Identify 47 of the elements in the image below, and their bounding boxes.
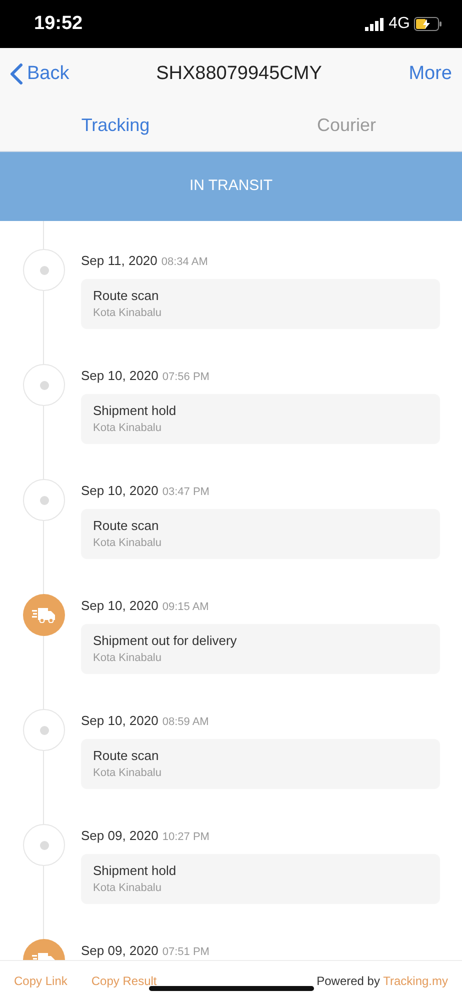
battery-icon (414, 17, 442, 31)
event-date: Sep 10, 2020 (81, 367, 158, 385)
event-location: Kota Kinabalu (93, 306, 162, 321)
tracking-link[interactable]: Tracking.my (383, 974, 448, 988)
truck-icon (23, 594, 65, 636)
event-date: Sep 09, 2020 (81, 942, 158, 960)
copy-result-button[interactable]: Copy Result (91, 972, 157, 990)
status-time: 19:52 (34, 12, 83, 36)
back-button[interactable]: Back (10, 60, 70, 88)
timeline-dot (23, 364, 65, 406)
event-date: Sep 10, 2020 (81, 712, 158, 730)
event-date: Sep 11, 2020 (81, 252, 158, 270)
more-button[interactable]: More (408, 60, 452, 88)
status-banner: IN TRANSIT (0, 152, 462, 221)
network-label: 4G (388, 14, 410, 34)
event-location: Kota Kinabalu (93, 881, 162, 896)
event-location: Kota Kinabalu (93, 651, 162, 666)
timeline-dot (23, 249, 65, 291)
event-time: 07:51 PM (162, 945, 210, 960)
event-title: Shipment hold (93, 402, 178, 420)
powered-by-text: Powered by Tracking.my (316, 972, 448, 990)
event-time: 08:59 AM (162, 715, 209, 730)
event-location: Kota Kinabalu (93, 766, 162, 781)
event-date: Sep 09, 2020 (81, 827, 158, 845)
event-time: 09:15 AM (162, 600, 209, 615)
event-location: Kota Kinabalu (93, 536, 162, 551)
event-location: Kota Kinabalu (93, 421, 162, 436)
event-date: Sep 10, 2020 (81, 597, 158, 615)
event-title: Route scan (93, 287, 160, 305)
event-time: 08:34 AM (161, 255, 208, 270)
event-title: Shipment out for delivery (93, 632, 238, 650)
event-title: Route scan (93, 517, 160, 535)
event-time: 07:56 PM (162, 370, 210, 385)
event-title: Route scan (93, 747, 160, 765)
timeline-dot (23, 479, 65, 521)
tab[interactable]: Courier (231, 100, 462, 151)
timeline-dot (23, 709, 65, 751)
event-time: 10:27 PM (162, 830, 210, 845)
event-title: Shipment hold (93, 862, 178, 880)
event-time: 03:47 PM (162, 485, 210, 500)
timeline-dot (23, 824, 65, 866)
page-title: SHX88079945CMY (156, 62, 322, 86)
signal-icon (364, 18, 385, 30)
event-date: Sep 10, 2020 (81, 482, 158, 500)
tab[interactable]: Tracking (0, 100, 231, 151)
chevron-left-icon (10, 63, 23, 85)
copy-link-button[interactable]: Copy Link (14, 972, 68, 990)
